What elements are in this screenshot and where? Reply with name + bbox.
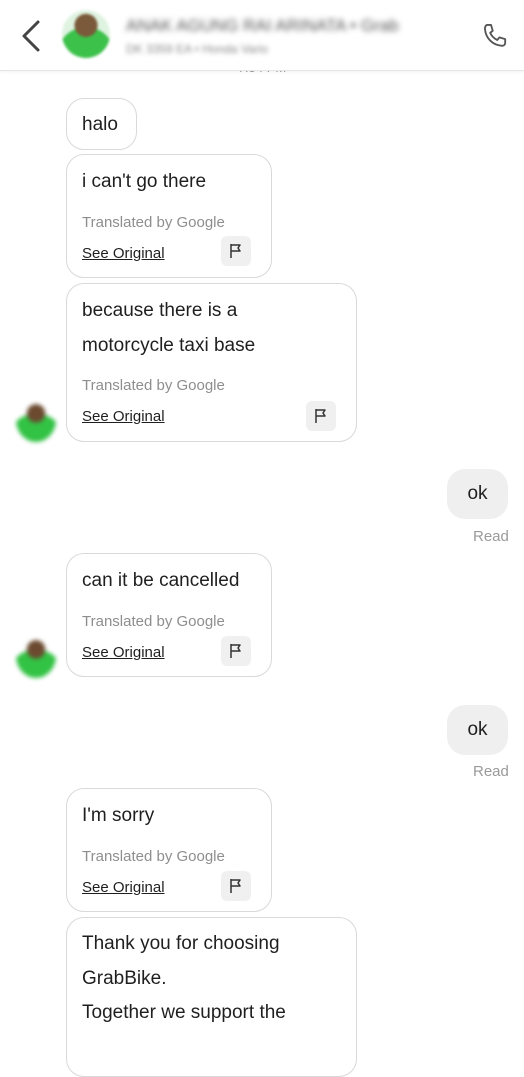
incoming-message-bubble: i can't go there Translated by Google Se… [66, 154, 272, 278]
translated-by-google-label: Translated by Google [82, 377, 225, 394]
message-text-line-1: Thank you for choosing [82, 933, 280, 954]
message-text: halo [82, 114, 118, 135]
flag-icon [230, 244, 241, 258]
contact-name[interactable]: ANAK AGUNG RAI ARINATA • Grab [126, 16, 461, 36]
incoming-message-bubble: halo [66, 98, 137, 150]
message-text: i can't go there [82, 171, 207, 192]
incoming-message-bubble: Thank you for choosing GrabBike. Togethe… [66, 917, 357, 1077]
translated-by-google-label: Translated by Google [82, 214, 225, 231]
incoming-message-bubble: can it be cancelled Translated by Google… [66, 553, 272, 677]
message-text: I'm sorry [82, 805, 155, 826]
message-text-line-1: because there is a [82, 300, 238, 321]
phone-icon [484, 24, 507, 47]
see-original-link[interactable]: See Original [82, 879, 165, 896]
call-button[interactable] [478, 20, 512, 54]
see-original-link[interactable]: See Original [82, 245, 165, 262]
message-text-line-2: GrabBike. [82, 968, 167, 989]
report-flag-button[interactable] [306, 401, 336, 431]
incoming-message-bubble: I'm sorry Translated by Google See Origi… [66, 788, 272, 912]
outgoing-message-bubble: ok [447, 705, 508, 755]
message-text: ok [467, 719, 488, 740]
report-flag-button[interactable] [221, 636, 251, 666]
report-flag-button[interactable] [221, 871, 251, 901]
flag-icon [230, 644, 241, 658]
flag-icon [230, 879, 241, 893]
message-text-line-3: Together we support the [82, 1002, 286, 1023]
read-receipt: Read [473, 763, 509, 780]
message-text: can it be cancelled [82, 570, 240, 591]
report-flag-button[interactable] [221, 236, 251, 266]
contact-vehicle-info: DK 3359 EA • Honda Vario [126, 42, 269, 56]
flag-icon [315, 409, 326, 423]
driver-avatar[interactable] [62, 10, 110, 58]
message-text-line-2: motorcycle taxi base [82, 335, 256, 356]
read-receipt: Read [473, 528, 509, 545]
message-text: ok [467, 483, 488, 504]
see-original-link[interactable]: See Original [82, 644, 165, 661]
translated-by-google-label: Translated by Google [82, 613, 225, 630]
chevron-left-icon [22, 20, 40, 52]
translated-by-google-label: Translated by Google [82, 848, 225, 865]
sender-avatar[interactable] [16, 634, 56, 678]
incoming-message-bubble: because there is a motorcycle taxi base … [66, 283, 357, 442]
outgoing-message-bubble: ok [447, 469, 508, 519]
chat-header: ANAK AGUNG RAI ARINATA • Grab DK 3359 EA… [0, 0, 524, 71]
back-button[interactable] [14, 16, 50, 56]
see-original-link[interactable]: See Original [82, 408, 165, 425]
sender-avatar[interactable] [16, 398, 56, 442]
